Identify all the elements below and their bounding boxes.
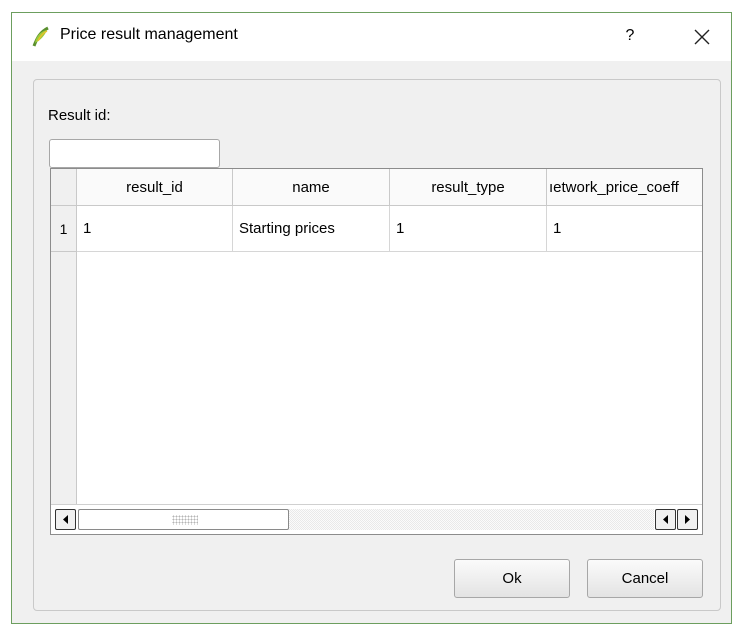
row-header[interactable]: 1 (51, 206, 77, 252)
results-table: result_id name result_type ıetwork_price… (50, 168, 703, 535)
scrollbar-thumb[interactable] (78, 509, 289, 530)
scroll-left-arrow-icon[interactable] (655, 509, 676, 530)
table-corner-button[interactable] (51, 169, 77, 206)
qgis-app-icon (31, 26, 51, 48)
title-bar[interactable]: Price result management ? (12, 13, 731, 61)
scroll-left-arrow-icon[interactable] (55, 509, 76, 530)
table-cell[interactable]: Starting prices (233, 206, 390, 252)
ok-button[interactable]: Ok (454, 559, 570, 598)
result-id-label: Result id: (48, 107, 111, 124)
table-cell[interactable]: 1 (547, 206, 702, 252)
cancel-button[interactable]: Cancel (587, 559, 703, 598)
scroll-right-arrow-icon[interactable] (677, 509, 698, 530)
column-header-result-id[interactable]: result_id (77, 169, 233, 206)
window-title: Price result management (60, 26, 238, 43)
table-cell[interactable]: 1 (390, 206, 547, 252)
table-cell[interactable]: 1 (77, 206, 233, 252)
column-header-name[interactable]: name (233, 169, 390, 206)
column-header-result-type[interactable]: result_type (390, 169, 547, 206)
scrollbar-grip (172, 515, 198, 525)
help-button[interactable]: ? (618, 23, 642, 49)
close-icon[interactable] (688, 23, 716, 51)
result-id-input[interactable] (49, 139, 220, 168)
column-header-network-price-coeff[interactable]: ıetwork_price_coeff (547, 169, 702, 206)
dialog-window: Price result management ? Result id: res… (11, 12, 732, 624)
horizontal-scrollbar[interactable] (51, 504, 702, 534)
